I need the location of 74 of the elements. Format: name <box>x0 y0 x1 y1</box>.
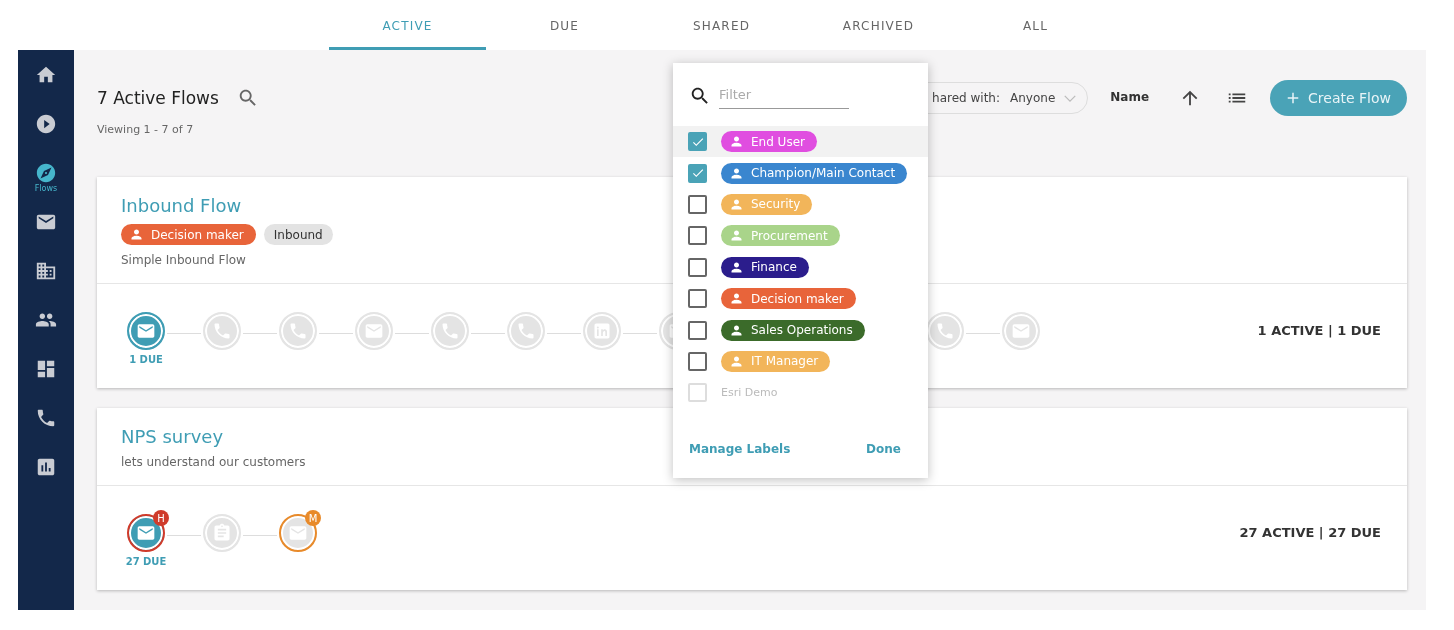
chevron-down-icon <box>1063 93 1078 103</box>
label-tag: Procurement <box>721 225 840 247</box>
building-icon <box>35 260 57 282</box>
checkbox[interactable] <box>688 194 707 214</box>
label-option[interactable]: Champion/Main Contact <box>673 157 928 189</box>
tab[interactable]: SHARED <box>643 0 800 50</box>
label-option[interactable]: End User <box>673 126 928 158</box>
checkbox[interactable] <box>688 257 707 277</box>
compass-icon <box>35 162 57 184</box>
label-tag: Sales Operations <box>721 319 865 341</box>
envelope-icon <box>136 523 156 543</box>
flow-title[interactable]: NPS survey <box>121 426 224 447</box>
page-title: 7 Active Flows <box>97 88 219 108</box>
envelope-icon <box>364 321 384 341</box>
play-icon <box>35 113 57 135</box>
viewing-count: Viewing 1 - 7 of 7 <box>97 123 195 136</box>
flow-tag: Decision maker <box>121 224 256 245</box>
tab[interactable]: ARCHIVED <box>800 0 957 50</box>
phone-icon <box>288 321 308 341</box>
create-flow-button[interactable]: Create Flow <box>1270 80 1407 116</box>
envelope-icon <box>288 523 308 543</box>
due-count: 27 DUE <box>125 556 167 567</box>
phone-icon <box>35 407 57 429</box>
label-option[interactable]: Security <box>673 188 928 221</box>
step-node[interactable] <box>127 312 165 350</box>
person-icon <box>129 227 144 242</box>
label-tag: Security <box>721 193 813 215</box>
phone-icon <box>212 321 232 341</box>
sort-label[interactable]: Name <box>1110 90 1150 104</box>
checkbox[interactable] <box>688 132 707 152</box>
manage-labels-link[interactable]: Manage Labels <box>689 442 791 456</box>
flow-summary: 27 ACTIVE | 27 DUE <box>1239 525 1381 540</box>
flow-tag: Inbound <box>263 224 333 245</box>
flow-title[interactable]: Inbound Flow <box>121 195 242 216</box>
flow-description: Simple Inbound Flow <box>121 253 246 267</box>
clipboard-icon <box>212 523 232 543</box>
envelope-icon <box>1011 321 1031 341</box>
phone-icon <box>935 321 955 341</box>
checkbox[interactable] <box>688 320 707 340</box>
tab[interactable]: DUE <box>486 0 643 50</box>
flow-description: lets understand our customers <box>121 455 306 469</box>
search-icon <box>689 85 711 107</box>
label-tag: Finance <box>721 256 809 278</box>
label-option[interactable]: Sales Operations <box>673 314 928 346</box>
label-name: Esri Demo <box>721 386 778 400</box>
label-option[interactable]: Decision maker <box>673 282 928 315</box>
flow-summary: 1 ACTIVE | 1 DUE <box>1257 323 1381 338</box>
label-option[interactable]: Finance <box>673 251 928 283</box>
bar-chart-icon <box>35 456 57 478</box>
checkbox[interactable] <box>688 226 707 246</box>
person-icon <box>729 134 744 150</box>
priority-badge: H <box>153 510 169 526</box>
person-icon <box>729 228 744 244</box>
filter-field[interactable]: Filter <box>719 83 849 109</box>
dashboard-icon <box>35 358 57 380</box>
in-logo-icon <box>592 321 612 341</box>
due-count: 1 DUE <box>129 354 163 365</box>
person-icon <box>729 291 744 307</box>
tab[interactable]: ALL <box>957 0 1114 50</box>
checkbox[interactable] <box>688 351 707 371</box>
label-tag: End User <box>721 131 817 153</box>
done-link[interactable]: Done <box>866 442 901 456</box>
priority-badge: M <box>305 510 321 526</box>
envelope-icon <box>136 321 156 341</box>
label-option[interactable]: Procurement <box>673 220 928 252</box>
sidebar-item[interactable]: Flows <box>18 162 74 211</box>
checkbox[interactable] <box>688 163 707 183</box>
phone-icon <box>516 321 536 341</box>
checkbox[interactable] <box>688 289 707 309</box>
phone-icon <box>440 321 460 341</box>
label-tag: Decision maker <box>721 288 856 310</box>
label-tag: IT Manager <box>721 350 831 372</box>
label-option[interactable]: IT Manager <box>673 345 928 378</box>
label-tag: Champion/Main Contact <box>721 162 908 184</box>
